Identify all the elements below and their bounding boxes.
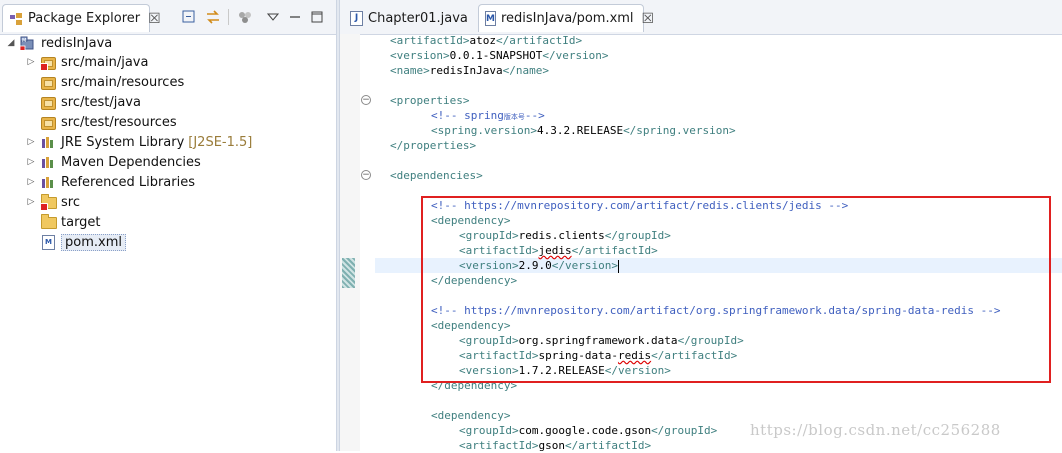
current-line-marker xyxy=(342,258,355,288)
project-icon: M xyxy=(20,35,36,51)
code-line[interactable]: <dependency> xyxy=(431,318,510,333)
xml-editor: J Chapter01.java M redisInJava/pom.xml ☒… xyxy=(340,0,1062,452)
tab-label: redisInJava/pom.xml xyxy=(500,11,634,26)
library-icon xyxy=(40,154,56,170)
code-line[interactable]: <groupId>com.google.code.gson</groupId> xyxy=(459,423,717,438)
source-folder-icon xyxy=(40,94,56,110)
svg-text:M: M xyxy=(22,38,26,44)
java-file-icon: J xyxy=(350,10,363,26)
tree-item-label: src/main/resources xyxy=(61,74,185,90)
code-line[interactable]: <groupId>redis.clients</groupId> xyxy=(459,228,671,243)
code-line[interactable]: <dependencies> xyxy=(390,168,483,183)
code-line[interactable]: </dependency> xyxy=(431,378,517,393)
folder-error-icon xyxy=(40,194,57,211)
tab-label: Package Explorer xyxy=(28,11,141,26)
code-line[interactable]: <!-- https://mvnrepository.com/artifact/… xyxy=(431,198,848,213)
tree-item-pom-xml[interactable]: M pom.xml xyxy=(26,232,126,252)
code-line[interactable]: <artifactId>spring-data-redis</artifactI… xyxy=(459,348,737,363)
tree-item-src-main-resources[interactable]: src/main/resources xyxy=(26,72,184,92)
code-line[interactable]: <!-- spring版本号--> xyxy=(431,108,545,123)
fold-collapse-icon[interactable]: − xyxy=(361,170,371,180)
source-folder-icon xyxy=(40,74,56,90)
watermark: https://blog.csdn.net/cc256288 xyxy=(750,421,1001,439)
text-caret xyxy=(617,259,619,273)
code-line[interactable]: <dependency> xyxy=(431,408,510,423)
tree-item-jre-system-library[interactable]: ▷ JRE System Library [J2SE-1.5] xyxy=(26,132,253,152)
tree-item-label: src/test/resources xyxy=(61,114,177,130)
tree-item-referenced-libraries[interactable]: ▷ Referenced Libraries xyxy=(26,172,195,192)
tree-item-src-main-java[interactable]: ▷ src/main/java xyxy=(26,52,148,72)
folder-icon xyxy=(40,214,57,230)
tree-item-label: Referenced Libraries xyxy=(61,174,195,190)
tree-item-target[interactable]: target xyxy=(26,212,101,232)
tree-item-label: Maven Dependencies xyxy=(61,154,201,170)
close-icon[interactable]: ☒ xyxy=(642,11,655,27)
tree-item-src-test-java[interactable]: src/test/java xyxy=(26,92,141,112)
tree-item-label: src/main/java xyxy=(61,54,149,70)
jre-version-decoration: [J2SE-1.5] xyxy=(188,134,253,150)
collapsed-arrow-icon[interactable]: ▷ xyxy=(26,177,36,187)
code-line[interactable]: <version>0.0.1-SNAPSHOT</version> xyxy=(390,48,609,63)
expanded-arrow-icon[interactable]: ◢ xyxy=(6,38,16,48)
tree-item-label: target xyxy=(61,214,101,230)
package-explorer-view: Package Explorer ☒ ◢ M redisInJava ▷ src… xyxy=(0,0,336,451)
code-line[interactable]: <spring.version>4.3.2.RELEASE</spring.ve… xyxy=(431,123,736,138)
tab-pom-xml[interactable]: M redisInJava/pom.xml ☒ xyxy=(478,4,654,32)
fold-collapse-icon[interactable]: − xyxy=(361,95,371,105)
explorer-tabbar: Package Explorer ☒ xyxy=(0,0,336,35)
code-line[interactable]: </properties> xyxy=(390,138,476,153)
tree-item-label: src/test/java xyxy=(61,94,141,110)
source-folder-error-icon xyxy=(40,54,56,71)
code-line[interactable]: <dependency> xyxy=(431,213,510,228)
tree-item-src[interactable]: ▷ src xyxy=(26,192,80,212)
tree-item-project[interactable]: ◢ M redisInJava xyxy=(6,33,113,53)
tree-item-label: JRE System Library xyxy=(61,134,185,150)
code-line[interactable]: <properties> xyxy=(390,93,469,108)
tab-package-explorer[interactable]: Package Explorer ☒ xyxy=(2,4,161,32)
tree-item-maven-dependencies[interactable]: ▷ Maven Dependencies xyxy=(26,152,201,172)
link-with-editor-icon[interactable] xyxy=(204,8,222,26)
library-icon xyxy=(40,134,56,150)
tree-item-label: pom.xml xyxy=(61,233,126,251)
package-explorer-icon xyxy=(9,12,23,26)
tree-item-label: src xyxy=(61,194,80,210)
toolbar-separator xyxy=(228,9,229,25)
focus-on-active-task-icon[interactable] xyxy=(236,8,254,26)
code-line[interactable]: <artifactId>jedis</artifactId> xyxy=(459,243,658,258)
library-icon xyxy=(40,174,56,190)
collapsed-arrow-icon[interactable]: ▷ xyxy=(26,57,36,67)
tab-chapter01-java[interactable]: J Chapter01.java xyxy=(344,4,474,32)
close-icon[interactable]: ☒ xyxy=(148,11,161,27)
code-line[interactable]: <artifactId>atoz</artifactId> xyxy=(390,33,582,48)
view-menu-icon[interactable] xyxy=(264,8,282,26)
collapse-all-icon[interactable] xyxy=(180,8,198,26)
maven-pom-icon: M xyxy=(485,11,496,26)
tree-item-src-test-resources[interactable]: src/test/resources xyxy=(26,112,177,132)
code-line-current[interactable]: <version>2.9.0</version> xyxy=(459,258,619,273)
xml-file-icon: M xyxy=(40,234,56,250)
code-line[interactable]: <!-- https://mvnrepository.com/artifact/… xyxy=(431,303,1001,318)
source-folder-icon xyxy=(40,114,56,130)
code-line[interactable]: </dependency> xyxy=(431,273,517,288)
tab-label: Chapter01.java xyxy=(368,10,468,26)
collapsed-arrow-icon[interactable]: ▷ xyxy=(26,137,36,147)
collapsed-arrow-icon[interactable]: ▷ xyxy=(26,157,36,167)
code-line[interactable]: <version>1.7.2.RELEASE</version> xyxy=(459,363,671,378)
code-line[interactable]: <name>redisInJava</name> xyxy=(390,63,549,78)
minimize-icon[interactable] xyxy=(286,8,304,26)
editor-tabbar: J Chapter01.java M redisInJava/pom.xml ☒ xyxy=(340,0,1062,35)
editor-gutter xyxy=(340,34,360,451)
code-line[interactable]: <groupId>org.springframework.data</group… xyxy=(459,333,744,348)
maximize-icon[interactable] xyxy=(308,8,326,26)
collapsed-arrow-icon[interactable]: ▷ xyxy=(26,197,36,207)
tree-item-label: redisInJava xyxy=(41,35,113,51)
